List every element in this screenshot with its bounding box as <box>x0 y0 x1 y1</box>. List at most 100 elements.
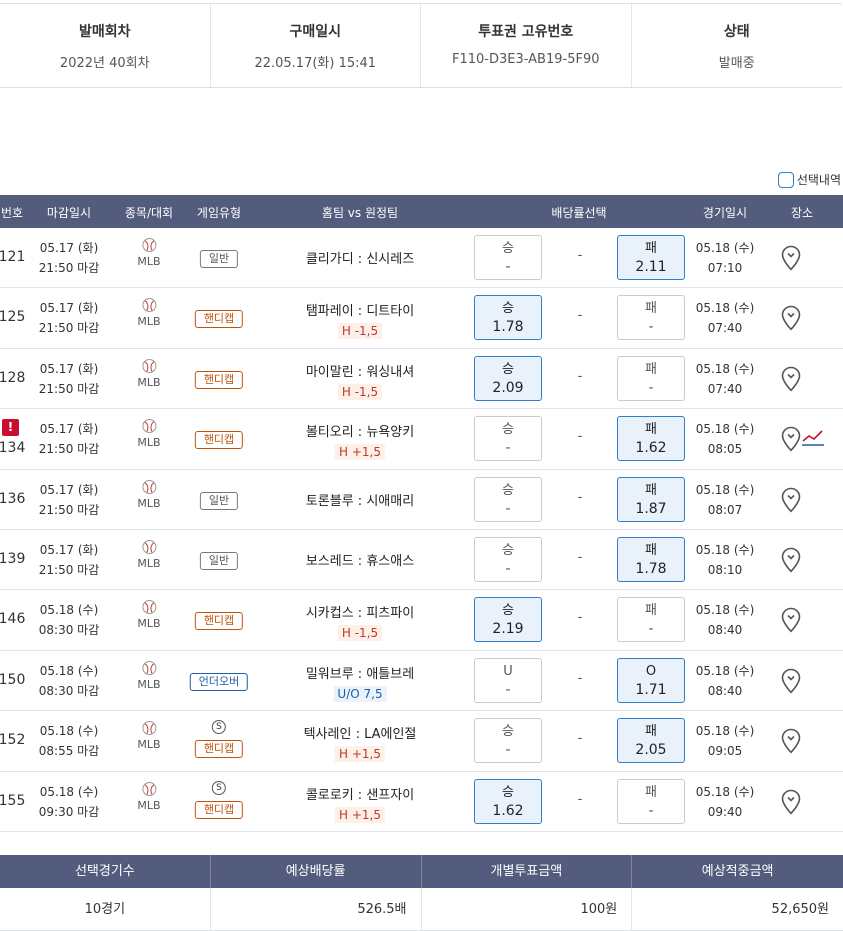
game-number: 150 <box>0 671 26 688</box>
summary-header-payout: 예상적중금액 <box>701 864 774 879</box>
odds-value: 2.19 <box>492 621 524 638</box>
game-type-badge: 언더오버 <box>189 672 249 691</box>
odds-home-button[interactable]: 승- <box>474 416 542 462</box>
odds-away-button[interactable]: O 1.71 <box>617 657 685 703</box>
deadline-time: 21:50 마감 <box>38 321 100 336</box>
header-gametime: 경기일시 <box>702 206 748 220</box>
matchup: 클리가디 : 신시레즈 <box>306 248 414 267</box>
team-names: 콜로로키 : 샌프자이 <box>305 787 415 803</box>
odds-draw[interactable]: - <box>578 369 583 384</box>
odds-label: 패 <box>645 361 657 377</box>
summary-header: 선택경기수 예상배당률 개별투표금액 예상적중금액 <box>0 855 843 888</box>
game-date: 05.18 (수) <box>695 301 755 316</box>
odds-away-button[interactable]: 패 1.78 <box>617 536 685 582</box>
league: MLB <box>137 617 161 631</box>
venue-pin-icon[interactable] <box>781 789 801 819</box>
game-clock: 08:40 <box>707 683 743 698</box>
odds-home-button[interactable]: 승- <box>474 476 542 522</box>
deadline: 05.17 (화) 21:50 마감 <box>39 419 99 459</box>
selection-toggle[interactable]: 선택내역 <box>777 171 841 188</box>
deadline: 05.17 (화) 21:50 마감 <box>39 238 99 278</box>
odds-away-button[interactable]: 패- <box>617 597 685 643</box>
venue-pin-icon[interactable] <box>781 245 801 275</box>
summary-header-stake: 개별투표금액 <box>422 855 633 888</box>
header-odds: 배당률선택 <box>551 206 607 220</box>
odds-value: - <box>505 681 511 698</box>
odds-draw[interactable]: - <box>578 490 583 505</box>
odds-home-button[interactable]: 승 2.19 <box>474 597 542 643</box>
odds-home-button[interactable]: U- <box>474 657 542 703</box>
game-type-badge: 일반 <box>199 250 239 268</box>
odds-away-button[interactable]: 패 1.62 <box>617 416 685 462</box>
sport: MLB <box>137 781 161 812</box>
odds-draw[interactable]: - <box>578 308 583 323</box>
odds-draw[interactable]: - <box>578 671 583 686</box>
info-label: 투표권 고유번호 <box>478 24 574 40</box>
deadline-time: 08:30 마감 <box>38 683 100 698</box>
matchup: 콜로로키 : 샌프자이 H +1,5 <box>306 784 414 823</box>
venue-pin-icon[interactable] <box>781 668 801 698</box>
odds-home-button[interactable]: 승- <box>474 235 542 280</box>
venue-pin-icon[interactable] <box>781 547 801 577</box>
game-time: 05.18 (수) 08:07 <box>696 480 755 520</box>
venue-pin-icon[interactable] <box>781 305 801 335</box>
odds-away-button[interactable]: 패- <box>617 778 685 824</box>
summary-payout: 52,650원 <box>771 902 829 917</box>
game-date: 05.18 (수) <box>695 542 755 557</box>
odds-label: 승 <box>502 422 514 438</box>
odds-label: 패 <box>645 482 657 498</box>
odds-away-button[interactable]: 패 2.11 <box>617 235 685 280</box>
info-label: 발매회차 <box>78 24 131 40</box>
venue-pin-icon[interactable] <box>781 426 801 456</box>
odds-away-button[interactable]: 패- <box>617 295 685 341</box>
sport: MLB <box>137 721 161 751</box>
venue-pin-icon[interactable] <box>781 728 801 758</box>
chart-icon[interactable] <box>801 428 825 452</box>
matchup: 밀워브루 : 애틀브레 U/O 7,5 <box>306 663 414 702</box>
alert-icon[interactable]: ! <box>2 419 19 437</box>
game-type-badge: 핸디캡 <box>194 612 244 631</box>
odds-draw[interactable]: - <box>578 792 583 807</box>
team-names: 밀워브루 : 애틀브레 <box>305 666 415 682</box>
venue-pin-icon[interactable] <box>781 366 801 396</box>
odds-home-button[interactable]: 승- <box>474 536 542 582</box>
odds-label: 패 <box>645 422 657 438</box>
odds-home-button[interactable]: 승 1.78 <box>474 295 542 341</box>
game-type: 일반 <box>199 247 239 268</box>
game-type: 일반 <box>199 489 239 510</box>
odds-away-button[interactable]: 패 2.05 <box>617 718 685 764</box>
odds-home-button[interactable]: 승- <box>474 718 542 764</box>
game-clock: 07:10 <box>707 261 743 275</box>
venue-pin-icon[interactable] <box>781 607 801 637</box>
team-names: 텍사레인 : LA에인절 <box>303 727 417 743</box>
deadline: 05.18 (수) 09:30 마감 <box>39 782 99 822</box>
game-type-badge: 핸디캡 <box>194 800 244 819</box>
odds-away-button[interactable]: 패- <box>617 355 685 401</box>
odds-draw[interactable]: - <box>578 731 583 746</box>
odds-draw[interactable]: - <box>578 248 583 263</box>
deadline-time: 21:50 마감 <box>38 381 100 396</box>
odds-draw[interactable]: - <box>578 610 583 625</box>
game-number: 121 <box>0 249 26 265</box>
table-row: 128 05.17 (화) 21:50 마감 MLB 핸디캡 마이말린 : 워싱내셔 H -… <box>0 349 843 410</box>
game-type-badge: 일반 <box>199 491 239 510</box>
odds-away-button[interactable]: 패 1.87 <box>617 476 685 522</box>
odds-draw[interactable]: - <box>578 550 583 565</box>
odds-home-button[interactable]: 승 2.09 <box>474 355 542 401</box>
header-type: 게임유형 <box>196 206 242 220</box>
header-num: 번호 <box>0 206 24 220</box>
game-type: 핸디캡 <box>194 428 244 450</box>
odds-draw[interactable]: - <box>578 429 583 444</box>
game-clock: 08:40 <box>707 623 743 638</box>
odds-label: 승 <box>502 301 514 317</box>
odds-label: 승 <box>502 542 514 558</box>
team-names: 클리가디 : 신시레즈 <box>305 252 415 267</box>
deadline: 05.18 (수) 08:30 마감 <box>39 600 99 640</box>
game-date: 05.18 (수) <box>695 784 755 799</box>
info-value: 22.05.17(화) 15:41 <box>254 56 377 71</box>
selection-checkbox[interactable] <box>777 171 794 188</box>
odds-value: - <box>505 259 511 275</box>
odds-home-button[interactable]: 승 1.62 <box>474 778 542 824</box>
venue-pin-icon[interactable] <box>781 487 801 517</box>
league: MLB <box>137 315 161 329</box>
